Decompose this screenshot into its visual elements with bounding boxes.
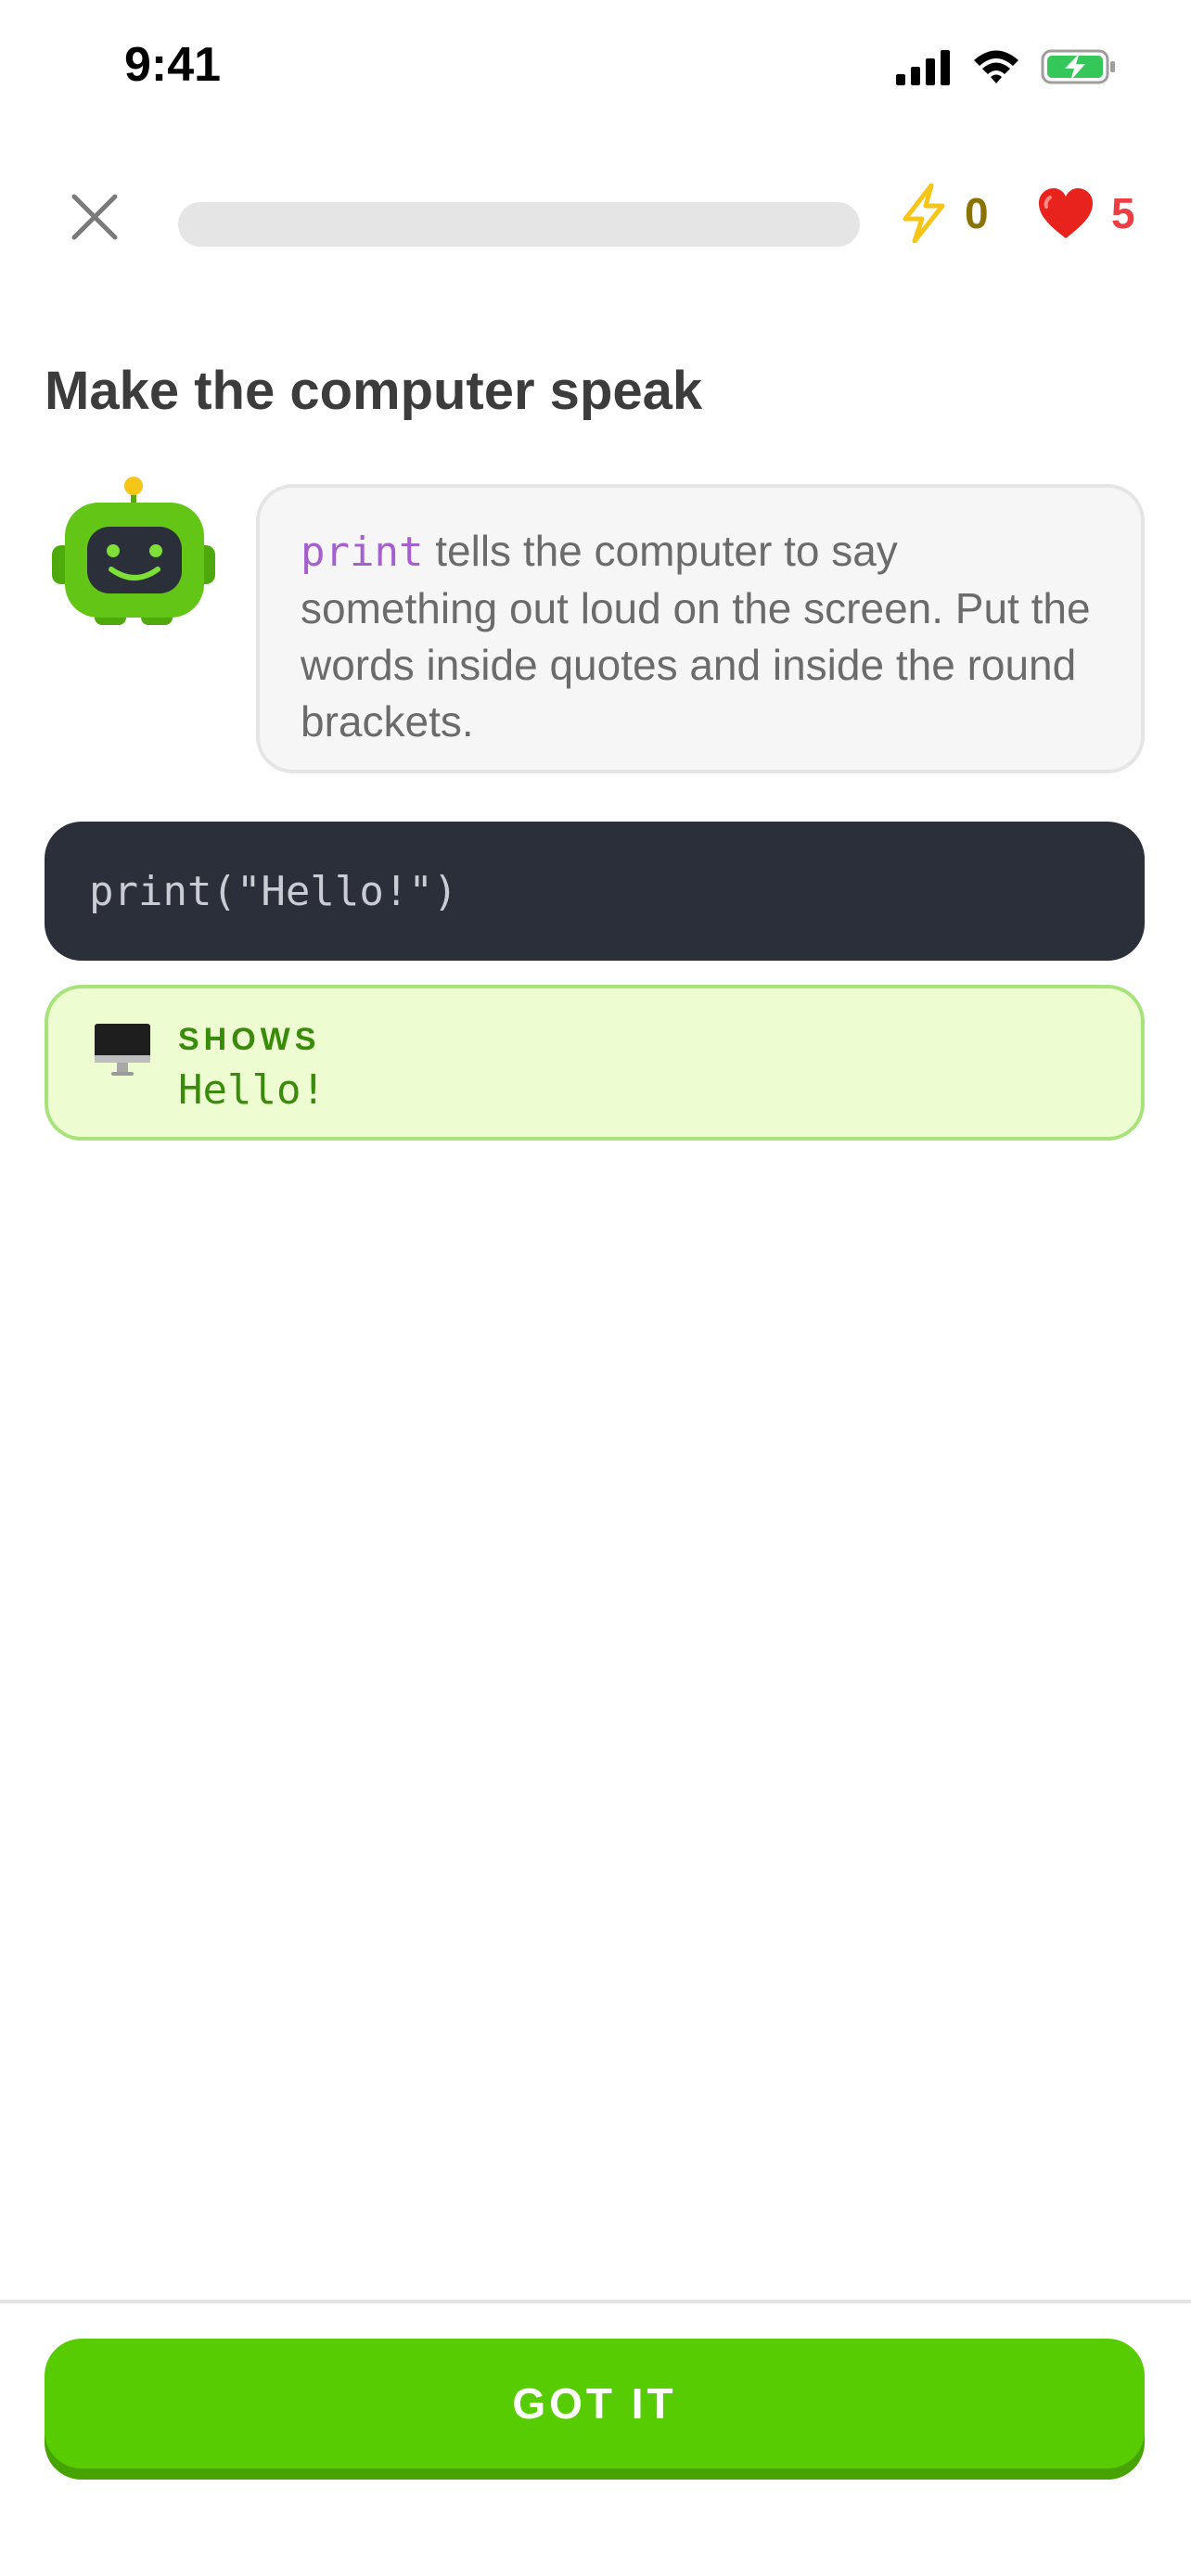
close-icon [71,194,118,240]
footer-divider [0,2300,1191,2303]
cellular-signal-icon [896,50,950,85]
hearts-counter[interactable]: 5 [1037,176,1135,250]
status-icons [896,45,1117,89]
explanation-bubble: print tells the computer to say somethin… [256,484,1145,773]
energy-counter[interactable]: 0 [900,176,989,250]
lesson-header: 0 5 [0,167,1191,260]
lightning-icon [903,184,945,243]
output-card: SHOWS Hello! [45,985,1145,1141]
hearts-count: 5 [1111,189,1135,237]
status-time: 9:41 [124,38,222,92]
output-value: Hello! [178,1066,326,1114]
got-it-button[interactable]: GOT IT [45,2339,1145,2468]
close-button[interactable] [58,180,132,254]
wifi-icon [974,50,1018,83]
energy-count: 0 [965,189,989,237]
lesson-title: Make the computer speak [45,361,703,421]
status-bar: 9:41 [0,0,1191,139]
battery-charging-icon [1041,49,1115,84]
lesson-progress-bar [178,202,860,247]
output-label: SHOWS [178,1022,321,1057]
monitor-icon [95,1024,150,1076]
code-line: print("Hello!") [89,867,458,915]
explanation-keyword: print [301,529,424,576]
heart-icon [1039,188,1093,238]
code-example: print("Hello!") [45,822,1145,961]
robot-mascot-icon [52,477,215,625]
